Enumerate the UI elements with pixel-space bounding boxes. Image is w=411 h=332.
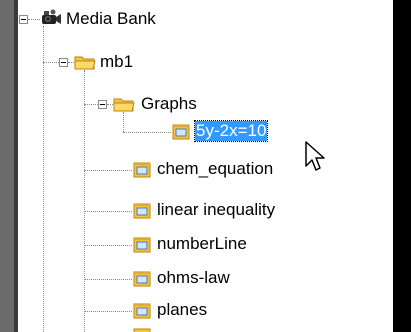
tree-connector — [84, 104, 98, 105]
tree-connector — [84, 170, 132, 171]
tree-node-mb1[interactable]: mb1 — [100, 52, 133, 72]
tree-connector — [84, 70, 85, 332]
document-icon — [133, 203, 151, 219]
tree-node-media-bank[interactable]: Media Bank — [66, 9, 156, 29]
tree-node-5y-2x-10[interactable]: 5y-2x=10 — [193, 120, 269, 142]
tree-node-linear-inequality[interactable]: linear inequality — [157, 200, 275, 220]
mouse-pointer-icon — [305, 141, 325, 171]
tree-connector — [84, 279, 132, 280]
tree-node-graphs[interactable]: Graphs — [141, 94, 197, 114]
tree-connector — [43, 62, 59, 63]
tree-node-planes[interactable]: planes — [157, 300, 207, 320]
document-icon — [133, 271, 151, 287]
tree-connector — [123, 112, 124, 132]
document-icon — [133, 237, 151, 253]
tree-node-ohms-law[interactable]: ohms-law — [157, 268, 230, 288]
document-icon — [133, 328, 151, 332]
tree-connector — [84, 311, 132, 312]
camera-icon — [42, 9, 61, 24]
document-icon — [133, 162, 151, 178]
tree-node-chem-equation[interactable]: chem_equation — [157, 159, 273, 179]
collapse-toggle-root[interactable] — [19, 15, 28, 24]
document-icon — [133, 303, 151, 319]
tree-connector — [84, 211, 132, 212]
right-border — [393, 0, 411, 332]
document-icon — [172, 124, 190, 140]
tree-node-numberline[interactable]: numberLine — [157, 234, 247, 254]
tree-connector — [123, 132, 171, 133]
folder-icon — [113, 98, 135, 112]
tree-connector — [84, 245, 132, 246]
left-border — [0, 0, 14, 332]
tree-connector — [28, 19, 40, 20]
window-frame: Media Bank mb1 Graphs 5y-2x=10 chem_equa… — [0, 0, 411, 332]
tree-connector — [43, 26, 44, 332]
collapse-toggle-graphs[interactable] — [98, 100, 107, 109]
folder-icon — [74, 56, 96, 70]
tree-view-panel[interactable]: Media Bank mb1 Graphs 5y-2x=10 chem_equa… — [18, 0, 393, 332]
collapse-toggle-mb1[interactable] — [59, 58, 68, 67]
